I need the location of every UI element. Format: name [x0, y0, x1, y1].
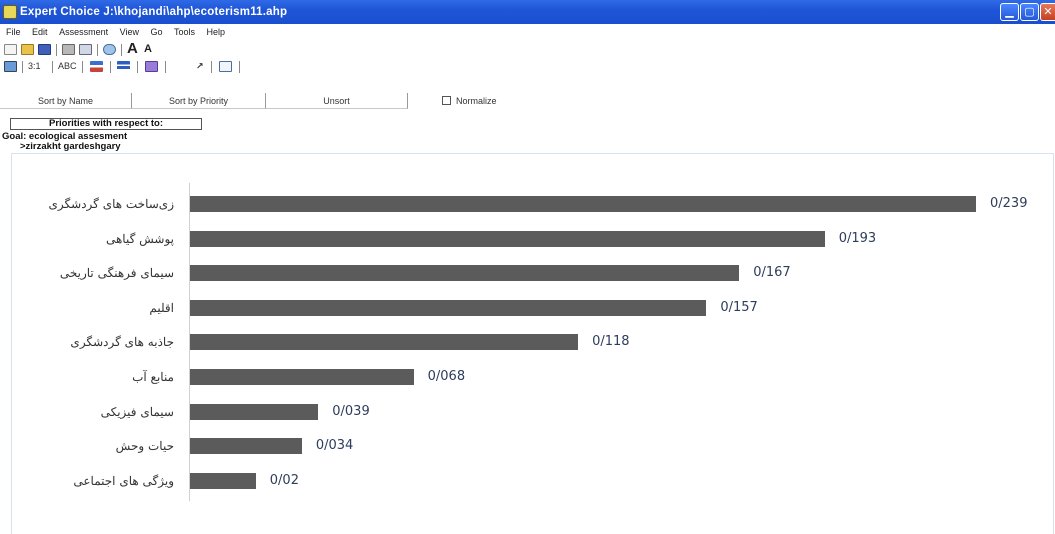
close-button[interactable]: ✕: [1040, 3, 1055, 21]
value-label: 0/068: [427, 369, 466, 384]
toolbar-separator: [52, 61, 53, 73]
bar-chart-icon[interactable]: [117, 61, 130, 72]
sort-by-priority-button[interactable]: Sort by Priority: [132, 93, 266, 109]
sort-bar: Sort by Name Sort by Priority Unsort Nor…: [0, 93, 560, 109]
category-label: منابع آب: [132, 370, 174, 384]
toolbar-separator: [97, 44, 98, 56]
priority-bar-chart: زی‌ساخت های گردشگری 0/239 پوشش گیاهی 0/193 س…: [11, 153, 1054, 534]
menu-edit[interactable]: Edit: [32, 24, 48, 41]
toolbar-separator: [82, 61, 83, 73]
font-decrease-icon[interactable]: A: [144, 43, 152, 55]
toolbar-separator: [110, 61, 111, 73]
menu-view[interactable]: View: [120, 24, 139, 41]
toolbar-separator: [137, 61, 138, 73]
minimize-button[interactable]: ▁: [1000, 3, 1019, 21]
bar: [190, 403, 319, 420]
category-label: اقلیم: [149, 300, 174, 315]
toolbar-separator: [121, 44, 122, 56]
node-label: >zirzakht gardeshgary: [20, 141, 121, 152]
value-label: 0/193: [838, 230, 877, 246]
category-label: حیات وحش: [115, 439, 174, 454]
normalize-label: Normalize: [456, 96, 497, 106]
save-icon[interactable]: [38, 44, 51, 55]
matrix-icon[interactable]: [145, 61, 158, 72]
open-folder-icon[interactable]: [21, 44, 34, 55]
bar-row: ویژگی های اجتماعی 0/02: [12, 472, 1052, 489]
menu-file[interactable]: File: [6, 24, 21, 41]
toolbar-separator: [56, 44, 57, 56]
sort-by-name-button[interactable]: Sort by Name: [0, 93, 132, 109]
menu-tools[interactable]: Tools: [174, 24, 195, 41]
menu-assessment[interactable]: Assessment: [59, 24, 108, 41]
category-label: زی‌ساخت های گردشگری: [48, 197, 174, 211]
mode-toolbar: 3:1 ABC ↗: [0, 58, 320, 75]
graphical-comparison-icon[interactable]: [90, 61, 103, 72]
app-icon: [3, 5, 17, 19]
bar-row: حیات وحش 0/034: [12, 438, 1052, 455]
value-label: 0/239: [990, 196, 1028, 211]
verbal-comparison-button[interactable]: ABC: [58, 59, 77, 74]
bar: [190, 265, 740, 282]
toolbar-separator: [165, 61, 166, 73]
bar: [190, 438, 302, 455]
toolbar-separator: [211, 61, 212, 73]
bar: [190, 299, 707, 316]
bar-row: جاذبه های گردشگری 0/118: [12, 334, 1052, 351]
normalize-checkbox[interactable]: [442, 96, 451, 105]
bar-row: سیمای فیزیکی 0/039: [12, 403, 1052, 420]
menu-help[interactable]: Help: [207, 24, 226, 41]
main-toolbar: A A: [0, 40, 320, 58]
menu-bar: File Edit Assessment View Go Tools Help: [0, 24, 320, 41]
toolbar-separator: [22, 61, 23, 73]
bar: [190, 472, 256, 489]
font-increase-icon[interactable]: A: [127, 40, 138, 57]
maximize-button[interactable]: ▢: [1020, 3, 1039, 21]
bar: [190, 369, 414, 385]
category-label: جاذبه های گردشگری: [70, 335, 174, 350]
bar: [190, 230, 825, 247]
print-icon[interactable]: [62, 44, 75, 55]
menu-go[interactable]: Go: [150, 24, 162, 41]
bar-row: پوشش گیاهی 0/193: [12, 230, 1052, 247]
value-label: 0/02: [269, 472, 299, 488]
title-bar: Expert Choice J:\khojandi\ahp\ecoterism1…: [0, 0, 1055, 24]
sensitivity-icon[interactable]: ↗: [196, 59, 204, 74]
tree-view-icon[interactable]: [4, 61, 17, 72]
value-label: 0/118: [592, 334, 630, 350]
unsort-button[interactable]: Unsort: [266, 93, 408, 109]
priorities-header: Priorities with respect to:: [10, 118, 202, 130]
help-icon[interactable]: [103, 44, 116, 55]
print-preview-icon[interactable]: [79, 44, 92, 55]
bar-row: منابع آب 0/068: [12, 369, 1052, 385]
bar-row: سیمای فرهنگی تاریخی 0/167: [12, 265, 1052, 282]
value-label: 0/039: [332, 403, 370, 419]
category-label: سیمای فیزیکی: [100, 404, 174, 419]
value-label: 0/167: [753, 265, 791, 281]
value-label: 0/157: [720, 299, 758, 315]
grid-view-icon[interactable]: [219, 61, 232, 72]
new-file-icon[interactable]: [4, 44, 17, 55]
numerical-comparison-button[interactable]: 3:1: [28, 59, 41, 74]
bar-row: اقلیم 0/157: [12, 299, 1052, 316]
bar: [190, 334, 579, 351]
category-label: سیمای فرهنگی تاریخی: [59, 266, 174, 281]
window-title: Expert Choice J:\khojandi\ahp\ecoterism1…: [20, 6, 288, 18]
bar-row: زی‌ساخت های گردشگری 0/239: [12, 196, 1052, 212]
category-label: پوشش گیاهی: [105, 231, 174, 246]
category-label: ویژگی های اجتماعی: [73, 473, 174, 488]
toolbar-separator: [239, 61, 240, 73]
bar: [190, 196, 976, 212]
value-label: 0/034: [315, 438, 354, 454]
